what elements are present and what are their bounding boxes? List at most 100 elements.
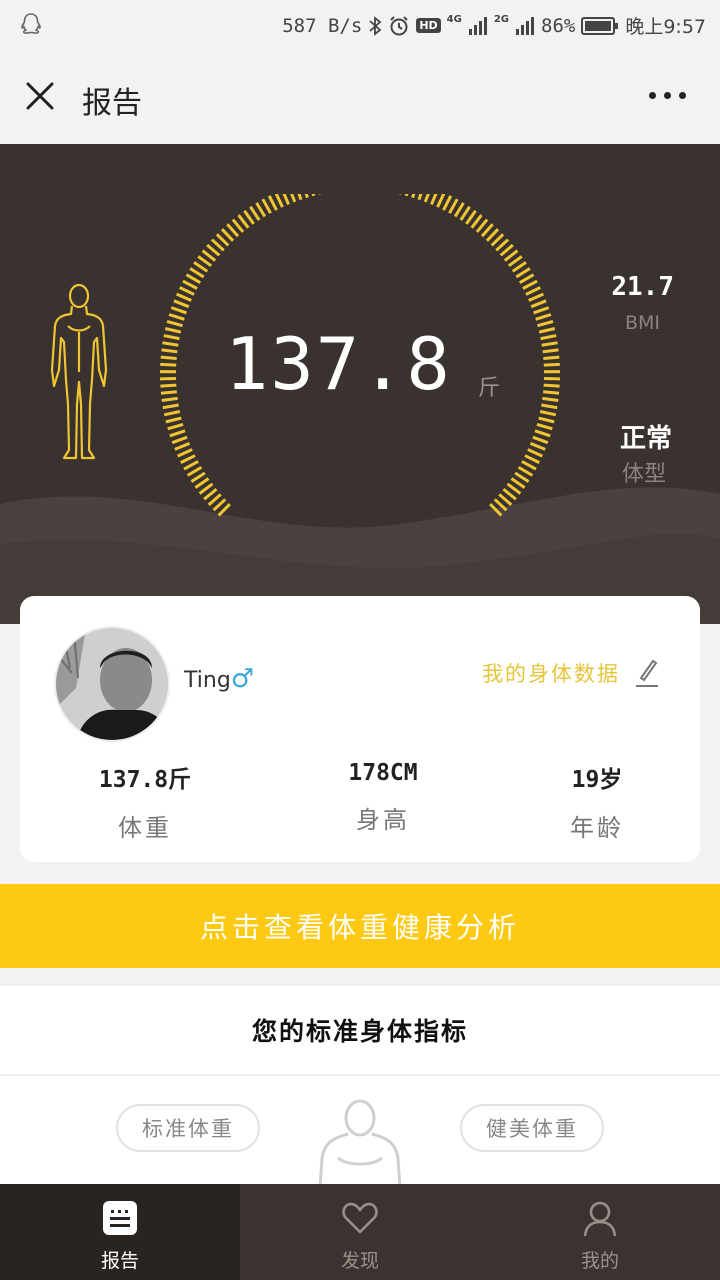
- gauge-tick: [166, 320, 183, 328]
- tab-report[interactable]: 报告: [0, 1184, 240, 1280]
- gauge-tick: [183, 460, 199, 471]
- standard-weight-pill: 标准体重: [116, 1104, 260, 1152]
- gauge-tick: [528, 292, 544, 302]
- gauge-tick: [527, 448, 543, 458]
- gauge-tick: [530, 299, 547, 309]
- tab-discover-label: 发现: [340, 1250, 379, 1272]
- gauge-tick: [290, 194, 297, 203]
- male-gender-icon: ♂: [230, 664, 255, 694]
- stat-age: 19岁 年龄: [512, 760, 682, 843]
- gauge-tick: [304, 194, 309, 199]
- heart-icon: [342, 1202, 378, 1234]
- gauge-tick: [167, 423, 184, 431]
- gauge-tick: [162, 341, 179, 347]
- gauge-tick: [430, 194, 438, 206]
- gauge-tick: [536, 423, 553, 431]
- gauge-tick: [510, 477, 526, 489]
- gauge-tick: [411, 194, 416, 199]
- weight-analysis-button[interactable]: 点击查看体重健康分析: [0, 884, 720, 968]
- my-body-data-link[interactable]: 我的身体数据: [482, 658, 660, 688]
- gauge-tick: [255, 202, 267, 218]
- indicators-title: 您的标准身体指标: [251, 1017, 468, 1046]
- network-speed: 587 B/s: [282, 14, 363, 37]
- close-icon[interactable]: [22, 78, 58, 114]
- gauge-tick: [177, 448, 193, 458]
- more-dot-icon: [649, 92, 656, 99]
- stat-age-label: 年龄: [570, 814, 624, 842]
- gauge-tick: [417, 194, 423, 201]
- page-title: 报告: [82, 86, 142, 121]
- gauge-tick: [506, 482, 522, 495]
- gauge-tick: [532, 435, 549, 445]
- gauge-tick: [274, 194, 284, 208]
- gauge-tick: [404, 194, 409, 197]
- tab-report-label: 报告: [100, 1250, 139, 1272]
- body-type-label: 体型: [621, 462, 666, 487]
- gauge-tick: [198, 482, 214, 495]
- my-body-data-label: 我的身体数据: [482, 662, 620, 686]
- gauge-tick: [180, 454, 196, 464]
- gauge-tick: [518, 273, 535, 284]
- gauge-tick: [529, 441, 546, 451]
- bmi-label: BMI: [624, 312, 660, 334]
- gauge-tick: [543, 362, 560, 367]
- qq-icon: [21, 13, 41, 34]
- stat-height-label: 身高: [356, 806, 410, 834]
- alarm-icon: [390, 15, 409, 35]
- gauge-tick: [459, 205, 471, 221]
- gauge-tick: [193, 261, 209, 273]
- gauge-tick: [442, 195, 453, 211]
- gauge-tick: [539, 410, 557, 417]
- gauge-tick: [507, 255, 523, 268]
- gauge-tick: [194, 477, 210, 489]
- weight-unit: 斤: [478, 376, 501, 401]
- gauge-tick: [173, 299, 190, 309]
- weight-analysis-label: 点击查看体重健康分析: [199, 911, 520, 944]
- gauge-tick: [535, 313, 552, 321]
- gauge-tick: [311, 194, 316, 197]
- gauge-tick: [163, 410, 181, 417]
- weight-hero: 137.8 斤 21.7 BMI 正常 体型: [0, 144, 720, 624]
- gauge-tick: [282, 194, 290, 206]
- gauge-tick: [436, 194, 446, 208]
- gauge-tick: [160, 362, 177, 367]
- bottom-tab-bar: 报告 发现 我的: [0, 1184, 720, 1280]
- gauge-tick: [542, 348, 559, 354]
- gauge-tick: [543, 383, 560, 388]
- signal-icon: [516, 16, 534, 35]
- gauge-tick: [197, 255, 213, 268]
- gauge-tick: [160, 390, 178, 395]
- edit-pencil-icon: [636, 659, 658, 687]
- gauge-tick: [511, 261, 527, 273]
- tab-discover[interactable]: 发现: [240, 1184, 480, 1280]
- gauge-tick: [453, 202, 465, 218]
- gauge-tick: [249, 205, 261, 221]
- tab-mine[interactable]: 我的: [480, 1184, 720, 1280]
- gauge-tick: [161, 348, 178, 354]
- gauge-tick: [261, 198, 272, 214]
- tab-mine-label: 我的: [580, 1250, 619, 1272]
- gauge-tick: [540, 334, 557, 341]
- fit-weight-pill: 健美体重: [460, 1104, 604, 1152]
- gauge-tick: [522, 279, 538, 290]
- gauge-tick: [541, 403, 558, 410]
- gauge-tick: [186, 465, 203, 477]
- more-options-button[interactable]: [649, 92, 686, 99]
- gauge-tick: [470, 214, 483, 229]
- bmi-value: 21.7: [611, 272, 674, 302]
- torso-outline-icon: [318, 1099, 402, 1188]
- gauge-tick: [160, 355, 177, 360]
- body-type-value: 正常: [619, 424, 672, 454]
- gauge-tick: [189, 267, 205, 279]
- stat-age-value: 19岁: [571, 767, 623, 793]
- gauge-tick: [170, 306, 187, 315]
- gauge-tick: [537, 320, 554, 328]
- avatar[interactable]: [54, 626, 170, 742]
- gauge-tick: [161, 396, 178, 402]
- stat-weight: 137.8斤 体重: [60, 760, 230, 843]
- gauge-tick: [267, 195, 278, 211]
- stat-height: 178CM 身高: [298, 760, 468, 835]
- gauge-tick: [524, 454, 540, 464]
- gauge-tick: [538, 327, 556, 334]
- gauge-tick: [465, 209, 477, 225]
